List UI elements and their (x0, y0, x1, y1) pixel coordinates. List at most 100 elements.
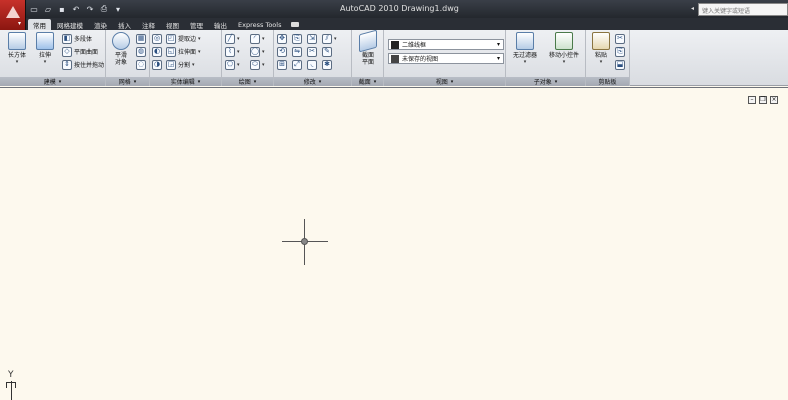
mesh-tool-3[interactable]: ◌ (136, 59, 146, 70)
paste-button[interactable]: 粘贴 ▾ (588, 32, 614, 65)
presspull-button[interactable]: ⇕ 按住并拖动 (62, 59, 104, 70)
arc-button[interactable]: ◜ ▾ (250, 33, 265, 44)
extrude-face-button[interactable]: ◱ 拉伸面 ▾ (166, 46, 201, 57)
move-gizmo-button[interactable]: 移动小控件 ▾ (546, 32, 582, 65)
panel-title-modeling[interactable]: 建模 ▾ (0, 77, 105, 86)
tab-manage[interactable]: 管理 (185, 19, 208, 30)
application-menu-button[interactable]: ▾ (0, 0, 26, 30)
chevron-down-icon: ▾ (18, 20, 22, 27)
move-icon: ✥ (277, 33, 287, 44)
polygon-button[interactable]: ⬠ ▾ (225, 59, 240, 70)
subtract-icon: ◐ (152, 46, 162, 57)
fillet-icon: ◟ (307, 59, 317, 70)
separate-button[interactable]: ◲ 分割 ▾ (166, 59, 195, 70)
ribbon: 长方体 ▾ 拉伸 ▾ ◧ 多段体 ◇ 平面曲面 ⇕ 按住并拖动 建模 ▾ 平滑 对… (0, 29, 788, 86)
panel-title-clipboard[interactable]: 剪贴板 (586, 77, 629, 86)
panel-title-draw[interactable]: 绘图 ▾ (222, 77, 273, 86)
rotate-button[interactable]: ⟲ (277, 46, 287, 57)
panel-title-modify[interactable]: 修改 ▾ (274, 77, 351, 86)
ellipse-icon: ⬭ (250, 59, 260, 70)
erase-button[interactable]: ✎ (322, 46, 332, 57)
save-icon[interactable]: ▪ (56, 3, 68, 15)
circle-icon: ◯ (250, 46, 260, 57)
panel-clipboard: 粘贴 ▾ ✂ ⎘ ⬓ 剪贴板 (586, 30, 630, 86)
tab-output[interactable]: 输出 (209, 19, 232, 30)
dropdown-icon[interactable]: ▾ (112, 3, 124, 15)
tab-mesh-modeling[interactable]: 网格建模 (52, 19, 88, 30)
drawing-window-controls: – ❐ × (748, 96, 778, 104)
cut-button[interactable]: ✂ (615, 33, 625, 44)
panel-title-solid-edit[interactable]: 实体编辑 ▾ (150, 77, 221, 86)
new-icon[interactable]: ▭ (28, 3, 40, 15)
stretch-button[interactable]: ⇲ (307, 33, 317, 44)
ucs-axis-icon (11, 381, 12, 400)
tab-express-tools[interactable]: Express Tools (233, 19, 286, 30)
chevron-down-icon: ▾ (496, 55, 500, 62)
copy-button[interactable]: ⎘ (292, 33, 302, 44)
panel-modeling: 长方体 ▾ 拉伸 ▾ ◧ 多段体 ◇ 平面曲面 ⇕ 按住并拖动 建模 ▾ (0, 30, 106, 86)
scale-button[interactable]: ⤢ (292, 59, 302, 70)
undo-icon[interactable]: ↶ (70, 3, 82, 15)
ellipse-button[interactable]: ⬭ ▾ (250, 59, 265, 70)
move-button[interactable]: ✥ (277, 33, 287, 44)
mirror-button[interactable]: ⇋ (292, 46, 302, 57)
restore-icon[interactable]: ❐ (759, 96, 767, 104)
close-icon[interactable]: × (770, 96, 778, 104)
extrude-face-icon: ◱ (166, 46, 176, 57)
intersect-icon: ◑ (152, 59, 162, 70)
minimize-icon[interactable]: – (748, 96, 756, 104)
offset-button[interactable]: ⫽ ▾ (322, 33, 337, 44)
match-properties-button[interactable]: ⬓ (615, 59, 625, 70)
smooth-object-button[interactable]: 平滑 对象 (108, 32, 134, 66)
explode-icon: ✱ (322, 59, 332, 70)
extract-edges-icon: ◰ (166, 33, 176, 44)
copy-clip-button[interactable]: ⎘ (615, 46, 625, 57)
redo-icon[interactable]: ↷ (84, 3, 96, 15)
panel-title-section[interactable]: 截面 ▾ (352, 77, 383, 86)
polyline-button[interactable]: ⌇ ▾ (225, 46, 240, 57)
visual-style-swatch-icon (391, 40, 399, 49)
union-button[interactable]: ◎ (152, 33, 162, 44)
section-plane-button[interactable]: 截面 平面 (355, 29, 381, 66)
no-filter-button[interactable]: 无过滤器 ▾ (510, 32, 540, 65)
tab-home[interactable]: 常用 (28, 19, 51, 30)
circle-button[interactable]: ◯ ▾ (250, 46, 265, 57)
chevron-down-icon: ▾ (496, 41, 500, 48)
tab-annotate[interactable]: 注释 (137, 19, 160, 30)
extrude-button[interactable]: 拉伸 ▾ (32, 32, 58, 65)
search-expand-icon[interactable]: ◂ (691, 5, 694, 12)
explode-button[interactable]: ✱ (322, 59, 332, 70)
open-icon[interactable]: ▱ (42, 3, 54, 15)
plot-icon[interactable]: ⎙ (98, 3, 110, 15)
panel-title-mesh[interactable]: 网格 ▾ (106, 77, 149, 86)
crosshair-pickbox (301, 238, 308, 245)
search-input[interactable]: 键入关键字或短语 (698, 3, 788, 16)
subtract-button[interactable]: ◐ (152, 46, 162, 57)
planar-surface-button[interactable]: ◇ 平面曲面 (62, 46, 98, 57)
panel-title-subobject[interactable]: 子对象 ▾ (506, 77, 585, 86)
extract-edges-button[interactable]: ◰ 提取边 ▾ (166, 33, 201, 44)
panel-mesh: 平滑 对象 ▦ ◍ ◌ 网格 ▾ (106, 30, 150, 86)
copy-clip-icon: ⎘ (615, 46, 625, 57)
trim-button[interactable]: ✂ (307, 46, 317, 57)
intersect-button[interactable]: ◑ (152, 59, 162, 70)
trim-icon: ✂ (307, 46, 317, 57)
minimize-ribbon-icon[interactable] (291, 22, 300, 27)
panel-solid-edit: ◎ ◐ ◑ ◰ 提取边 ▾ ◱ 拉伸面 ▾ ◲ 分割 ▾ 实体编辑 ▾ (150, 30, 222, 86)
tab-view[interactable]: 视图 (161, 19, 184, 30)
drawing-canvas[interactable]: – ❐ × Y (0, 87, 788, 400)
tab-render[interactable]: 渲染 (89, 19, 112, 30)
line-button[interactable]: ╱ ▾ (225, 33, 240, 44)
box-button[interactable]: 长方体 ▾ (4, 32, 30, 65)
visual-style-select[interactable]: 二维线框 ▾ (388, 39, 504, 50)
named-view-select[interactable]: 未保存的视图 ▾ (388, 53, 504, 64)
autocad-logo-icon (6, 6, 20, 18)
panel-title-view[interactable]: 视图 ▾ (384, 77, 505, 86)
mesh-tool-1[interactable]: ▦ (136, 33, 146, 44)
fillet-button[interactable]: ◟ (307, 59, 317, 70)
array-button[interactable]: ⊞ (277, 59, 287, 70)
polysolid-button[interactable]: ◧ 多段体 (62, 33, 92, 44)
mesh-tool-2[interactable]: ◍ (136, 46, 146, 57)
tab-insert[interactable]: 插入 (113, 19, 136, 30)
planar-surface-icon: ◇ (62, 46, 72, 57)
